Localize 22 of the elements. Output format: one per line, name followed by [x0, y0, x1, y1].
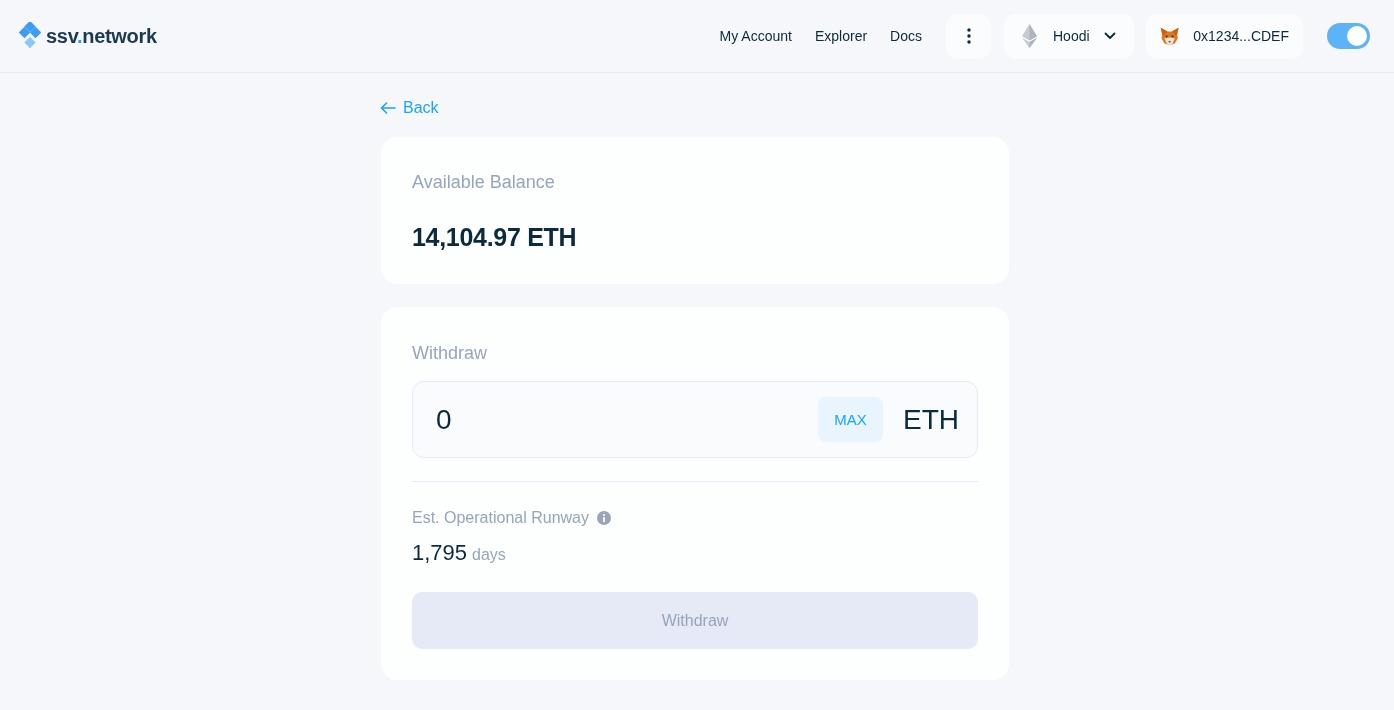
runway-unit: days	[472, 546, 506, 564]
nav-link[interactable]: My Account	[719, 28, 792, 44]
wallet-button[interactable]: 0x1234...CDEF	[1146, 13, 1303, 59]
withdraw-title: Withdraw	[412, 342, 488, 365]
theme-toggle[interactable]	[1327, 23, 1370, 49]
network-selector[interactable]: Hoodi	[1004, 13, 1134, 59]
more-vertical-icon	[966, 28, 971, 44]
runway-label: Est. Operational Runway	[412, 509, 589, 527]
logo-icon	[19, 21, 41, 51]
balance-label: Available Balance	[412, 171, 556, 194]
runway-value: 1,795	[412, 540, 468, 566]
currency-label: ETH	[903, 403, 959, 436]
logo-text[interactable]: ssv.network	[46, 24, 157, 48]
nav-link[interactable]: Docs	[890, 28, 922, 44]
ethereum-diamond-icon	[1022, 24, 1037, 48]
more-menu-button[interactable]	[946, 13, 991, 59]
nav-link[interactable]: Explorer	[814, 28, 868, 44]
balance-amount: 14,104.97 ETH	[412, 222, 578, 253]
amount-input[interactable]: 0	[436, 403, 488, 436]
info-icon	[597, 511, 611, 525]
arrow-left-icon	[380, 102, 396, 114]
chevron-down-icon	[1104, 32, 1116, 40]
